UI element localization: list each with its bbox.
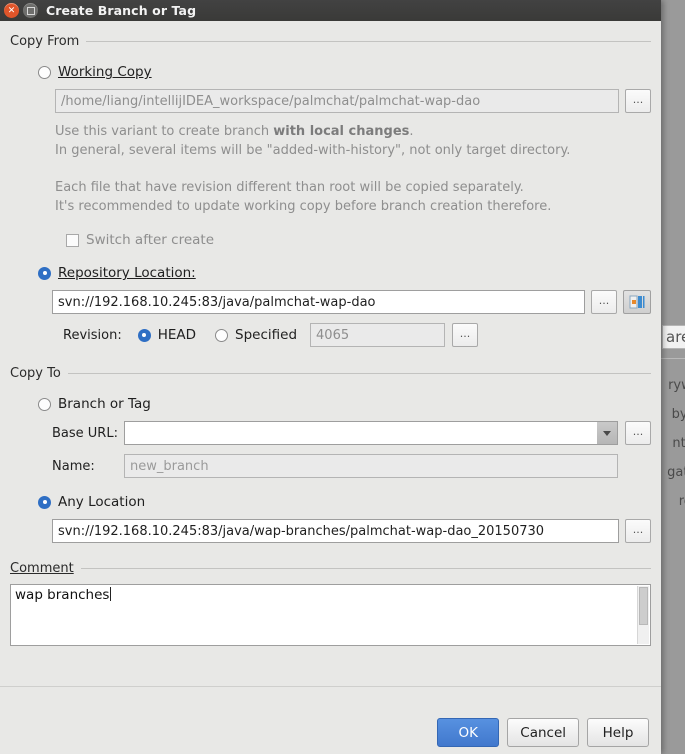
revision-head-label: HEAD [157, 327, 197, 343]
revision-browse-button[interactable]: ... [452, 323, 479, 347]
working-copy-radio[interactable]: Working Copy [38, 64, 651, 80]
any-location-row: svn://192.168.10.245:83/java/wap-branche… [52, 519, 651, 543]
working-copy-hint-4: It's recommended to update working copy … [55, 199, 552, 214]
screen: are rywh by n nt Fi gatio rop ✕ Create B… [0, 0, 685, 754]
revision-specified-label: Specified [235, 327, 298, 343]
hint-text: . [409, 124, 414, 139]
checkbox-indicator [66, 233, 79, 247]
name-input[interactable]: new_branch [124, 454, 618, 478]
section-divider [86, 41, 651, 42]
comment-text: wap branches [15, 587, 110, 603]
dialog-title: Create Branch or Tag [46, 3, 197, 18]
base-url-label: Base URL: [52, 425, 118, 441]
repository-url-row: svn://192.168.10.245:83/java/palmchat-wa… [52, 290, 651, 314]
revision-label: Revision: [63, 327, 122, 343]
repository-browse-button[interactable]: ... [591, 290, 617, 314]
working-copy-path-field[interactable]: /home/liang/intellijIDEA_workspace/palmc… [55, 89, 619, 113]
background-divider [660, 358, 685, 359]
working-copy-path-row: /home/liang/intellijIDEA_workspace/palmc… [55, 89, 651, 113]
revision-specified-radio[interactable]: Specified [215, 327, 297, 343]
hint-text-bold: with local changes [273, 124, 410, 139]
background-window: are rywh by n nt Fi gatio rop [660, 0, 685, 754]
radio-indicator [38, 266, 51, 280]
dialog-titlebar[interactable]: ✕ Create Branch or Tag [0, 0, 661, 21]
background-text-line: rop [678, 494, 685, 509]
working-copy-hint-2: In general, several items will be "added… [55, 143, 571, 158]
working-copy-hint-1: Use this variant to create branch with l… [55, 122, 651, 141]
radio-indicator [38, 495, 51, 509]
copy-from-section-header: Copy From [10, 34, 651, 49]
radio-indicator [137, 328, 151, 342]
ok-button[interactable]: OK [437, 718, 500, 747]
dialog-buttons: OK Cancel Help [437, 718, 649, 747]
section-divider [80, 568, 651, 569]
working-copy-hint-3: Each file that have revision different t… [55, 180, 524, 195]
footer-divider [0, 686, 661, 687]
repository-url-field[interactable]: svn://192.168.10.245:83/java/palmchat-wa… [52, 290, 585, 314]
close-icon[interactable]: ✕ [4, 3, 19, 18]
comment-scrollbar-thumb[interactable] [639, 587, 648, 625]
copy-from-label: Copy From [10, 34, 80, 49]
base-url-browse-button[interactable]: ... [625, 421, 651, 445]
revision-number-field[interactable]: 4065 [310, 323, 446, 347]
comment-scrollbar[interactable] [637, 586, 649, 644]
text-caret [110, 587, 112, 601]
radio-indicator [38, 397, 51, 411]
background-field: are [662, 325, 685, 349]
background-text-line: gatio [667, 465, 685, 480]
cancel-button[interactable]: Cancel [507, 718, 579, 747]
branch-or-tag-radio[interactable]: Branch or Tag [38, 396, 651, 412]
comment-label: Comment [10, 561, 74, 576]
background-text-line: nt Fi [672, 436, 685, 451]
branch-or-tag-label: Branch or Tag [58, 396, 151, 412]
maximize-icon[interactable] [23, 3, 38, 18]
name-row: Name: new_branch [52, 454, 651, 478]
any-location-label: Any Location [58, 494, 146, 510]
name-label: Name: [52, 458, 95, 474]
section-divider [67, 373, 651, 374]
comment-section-header: Comment [10, 561, 651, 576]
create-branch-or-tag-dialog: ✕ Create Branch or Tag Copy From Working… [0, 0, 661, 754]
copy-to-section-header: Copy To [10, 366, 651, 381]
dialog-body: Copy From Working Copy /home/liang/intel… [0, 34, 661, 646]
comment-textarea[interactable]: wap branches [10, 584, 651, 646]
working-copy-browse-button[interactable]: ... [625, 89, 651, 113]
working-copy-label: Working Copy [58, 64, 152, 80]
hint-text: Use this variant to create branch [55, 124, 274, 139]
switch-after-create-checkbox[interactable]: Switch after create [66, 232, 651, 248]
base-url-row: Base URL: ... [52, 421, 651, 445]
background-text-line: rywh [668, 378, 685, 393]
switch-after-create-label: Switch after create [86, 232, 215, 248]
any-location-radio[interactable]: Any Location [38, 494, 651, 510]
chevron-down-icon[interactable] [597, 421, 618, 445]
any-location-browse-button[interactable]: ... [625, 519, 651, 543]
copy-to-label: Copy To [10, 366, 61, 381]
repository-browser-icon[interactable] [623, 290, 651, 314]
radio-indicator [38, 65, 51, 79]
repository-location-radio[interactable]: Repository Location: [38, 265, 651, 281]
repository-location-label: Repository Location: [58, 265, 196, 281]
background-text-line: by n [671, 407, 685, 422]
repository-glyph [629, 295, 645, 309]
any-location-url-field[interactable]: svn://192.168.10.245:83/java/wap-branche… [52, 519, 619, 543]
help-button[interactable]: Help [587, 718, 649, 747]
radio-indicator [215, 328, 229, 342]
revision-row: Revision: HEAD Specified 4065 ... [63, 323, 651, 347]
revision-head-radio[interactable]: HEAD [137, 327, 197, 343]
base-url-field[interactable] [124, 421, 597, 445]
